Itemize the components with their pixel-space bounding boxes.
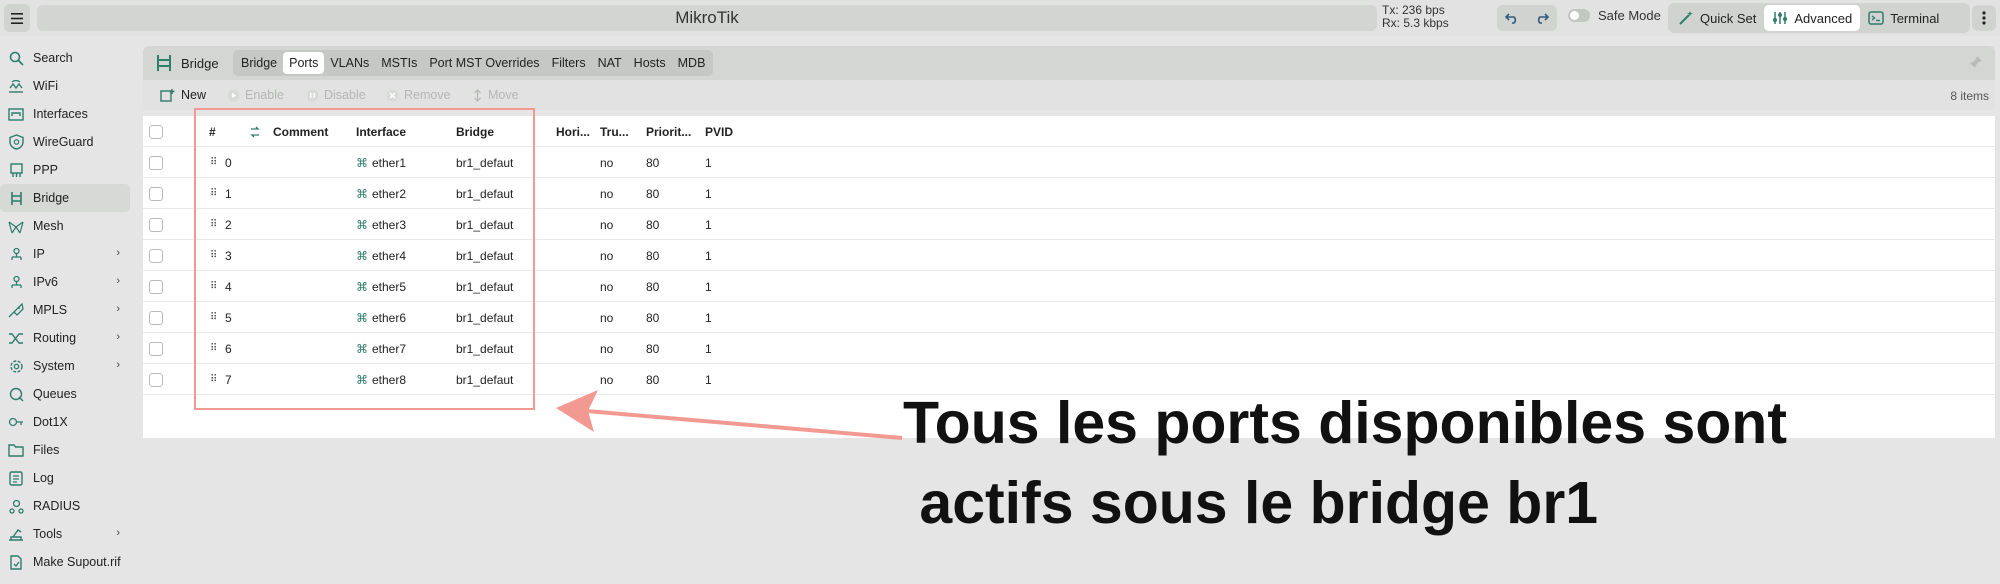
annotation-text: Tous les ports disponibles sont actifs s… [903, 383, 1787, 543]
annotation-line-1: Tous les ports disponibles sont [903, 390, 1787, 456]
annotation-line-2: actifs sous le bridge br1 [903, 470, 1599, 536]
